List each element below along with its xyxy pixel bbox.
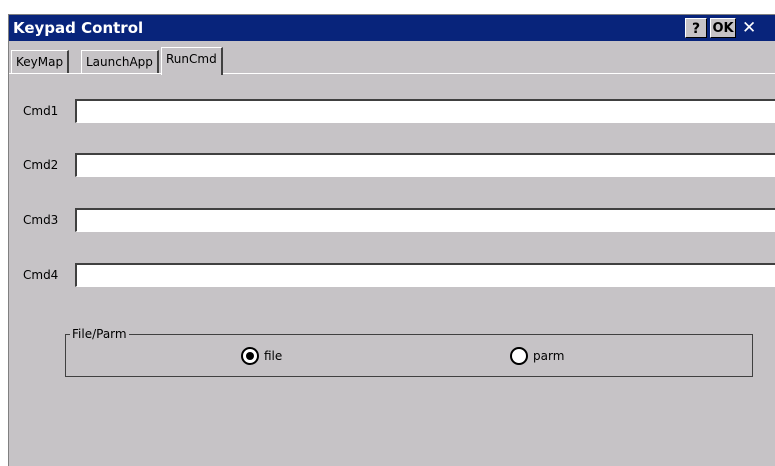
tab-launchapp[interactable]: LaunchApp bbox=[81, 50, 159, 74]
radio-selected-dot bbox=[246, 352, 254, 360]
file-radio[interactable]: file bbox=[241, 345, 282, 367]
file-radio-button[interactable] bbox=[241, 347, 259, 365]
tab-divider bbox=[9, 73, 775, 74]
ok-button[interactable]: OK bbox=[710, 18, 736, 38]
tab-strip: KeyMap LaunchApp RunCmd bbox=[9, 47, 775, 75]
cmd3-label: Cmd3 bbox=[23, 213, 59, 227]
title-bar: Keypad Control ? OK ✕ bbox=[9, 15, 775, 41]
window-title: Keypad Control bbox=[13, 19, 144, 37]
cmd1-input[interactable] bbox=[75, 99, 775, 123]
cmd1-label: Cmd1 bbox=[23, 104, 59, 118]
parm-radio[interactable]: parm bbox=[510, 345, 564, 367]
file-parm-group-title: File/Parm bbox=[70, 326, 129, 342]
file-parm-group: File/Parm file parm bbox=[65, 326, 753, 377]
cmd2-input[interactable] bbox=[75, 153, 775, 177]
close-icon[interactable]: ✕ bbox=[742, 18, 775, 38]
cmd4-input[interactable] bbox=[75, 263, 775, 287]
parm-radio-button[interactable] bbox=[510, 347, 528, 365]
cmd2-label: Cmd2 bbox=[23, 158, 59, 172]
tab-keymap[interactable]: KeyMap bbox=[11, 50, 70, 74]
parm-radio-label: parm bbox=[533, 349, 565, 363]
keypad-control-dialog: Keypad Control ? OK ✕ KeyMap LaunchApp R… bbox=[8, 14, 775, 466]
cmd3-input[interactable] bbox=[75, 208, 775, 232]
help-button[interactable]: ? bbox=[685, 18, 707, 38]
cmd4-label: Cmd4 bbox=[23, 268, 59, 282]
file-radio-label: file bbox=[264, 349, 283, 363]
tab-runcmd[interactable]: RunCmd bbox=[161, 47, 223, 75]
